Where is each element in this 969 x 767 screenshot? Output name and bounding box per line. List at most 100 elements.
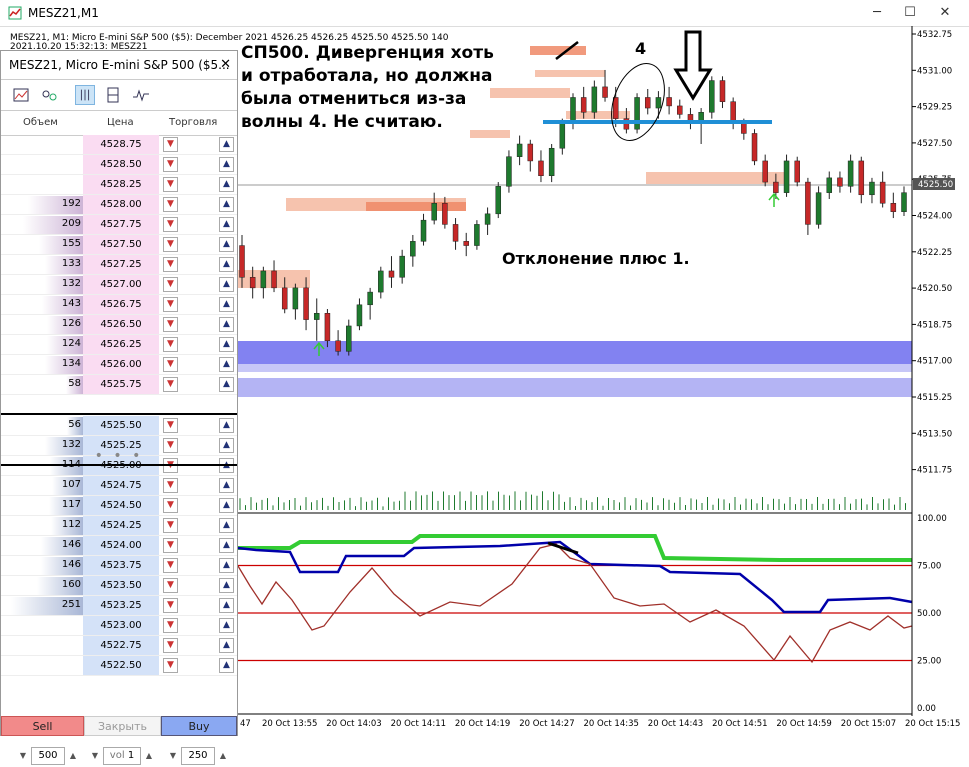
row-price: 4528.75: [83, 135, 159, 155]
candle-body: [805, 181, 811, 225]
supply-demand-zone: [490, 88, 570, 98]
buy-limit-button[interactable]: ▲: [219, 377, 234, 392]
buy-limit-button[interactable]: ▲: [219, 137, 234, 152]
signal-icon[interactable]: [131, 85, 151, 105]
buy-limit-button[interactable]: ▲: [219, 237, 234, 252]
sell-limit-button[interactable]: ▼: [163, 317, 178, 332]
row-volume: 126: [61, 318, 81, 329]
buy-limit-button[interactable]: ▲: [219, 638, 234, 653]
sell-limit-button[interactable]: ▼: [163, 498, 178, 513]
close-position-button[interactable]: Закрыть: [84, 716, 161, 736]
candle-body: [356, 304, 363, 327]
maximize-button[interactable]: ☐: [895, 2, 925, 24]
row-price: 4527.25: [83, 255, 159, 275]
sell-limit-button[interactable]: ▼: [163, 177, 178, 192]
sell-limit-button[interactable]: ▼: [163, 257, 178, 272]
candle-body: [815, 192, 822, 225]
buy-limit-button[interactable]: ▲: [219, 197, 234, 212]
depth-input[interactable]: 250: [181, 747, 215, 765]
sell-limit-button[interactable]: ▼: [163, 357, 178, 372]
sell-limit-button[interactable]: ▼: [163, 558, 178, 573]
sell-limit-button[interactable]: ▼: [163, 658, 178, 673]
depth-increase-arrow[interactable]: ▲: [217, 747, 229, 765]
candle-body: [709, 80, 715, 113]
dom-expand-dots[interactable]: • • •: [1, 448, 237, 464]
ask-row: 133 4527.25 ▼ ▲: [1, 255, 237, 275]
vol-input[interactable]: vol 1: [103, 747, 141, 765]
row-volume: 146: [61, 539, 81, 550]
buy-limit-button[interactable]: ▲: [219, 598, 234, 613]
row-volume: 117: [61, 499, 81, 510]
lot-decrease-arrow[interactable]: ▼: [17, 747, 29, 765]
close-button[interactable]: ✕: [930, 2, 960, 24]
lot-input[interactable]: 500: [31, 747, 65, 765]
buy-limit-button[interactable]: ▲: [219, 357, 234, 372]
sell-limit-button[interactable]: ▼: [163, 297, 178, 312]
buy-limit-button[interactable]: ▲: [219, 518, 234, 533]
ask-row: 124 4526.25 ▼ ▲: [1, 335, 237, 355]
buy-limit-button[interactable]: ▲: [219, 418, 234, 433]
ask-row: 132 4527.00 ▼ ▲: [1, 275, 237, 295]
buy-limit-button[interactable]: ▲: [219, 177, 234, 192]
sell-limit-button[interactable]: ▼: [163, 538, 178, 553]
sell-limit-button[interactable]: ▼: [163, 638, 178, 653]
candle-body: [634, 97, 640, 130]
center-icon[interactable]: [103, 85, 123, 105]
minimize-button[interactable]: ─: [862, 2, 892, 24]
sell-limit-button[interactable]: ▼: [163, 418, 178, 433]
sell-limit-button[interactable]: ▼: [163, 197, 178, 212]
blue-zone-lower: [238, 378, 912, 397]
buy-limit-button[interactable]: ▲: [219, 277, 234, 292]
ask-row: 4528.75 ▼ ▲: [1, 135, 237, 155]
auto-scroll-icon[interactable]: [75, 85, 95, 105]
candle-body: [399, 255, 405, 278]
depth-decrease-arrow[interactable]: ▼: [167, 747, 179, 765]
vol-increase-arrow[interactable]: ▲: [143, 747, 155, 765]
buy-limit-button[interactable]: ▲: [219, 337, 234, 352]
time-tick-label: 20 Oct 13:55: [262, 719, 317, 729]
buy-limit-button[interactable]: ▲: [219, 297, 234, 312]
buy-button[interactable]: Buy: [161, 716, 237, 736]
buy-limit-button[interactable]: ▲: [219, 317, 234, 332]
sell-limit-button[interactable]: ▼: [163, 157, 178, 172]
buy-limit-button[interactable]: ▲: [219, 618, 234, 633]
dom-close-button[interactable]: ✕: [220, 51, 231, 79]
candle-body: [420, 219, 427, 242]
candle-body: [346, 325, 352, 352]
sell-limit-button[interactable]: ▼: [163, 277, 178, 292]
bid-row: 160 4523.50 ▼ ▲: [1, 576, 237, 596]
row-price: 4524.25: [83, 516, 159, 536]
price-tick-label: 4524.00: [917, 212, 952, 222]
sell-limit-button[interactable]: ▼: [163, 337, 178, 352]
sell-limit-button[interactable]: ▼: [163, 217, 178, 232]
buy-limit-button[interactable]: ▲: [219, 538, 234, 553]
buy-limit-button[interactable]: ▲: [219, 658, 234, 673]
osc-tick-label: 25.00: [917, 657, 941, 667]
buy-limit-button[interactable]: ▲: [219, 157, 234, 172]
sell-limit-button[interactable]: ▼: [163, 578, 178, 593]
sell-button[interactable]: Sell: [1, 716, 84, 736]
candle-body: [826, 177, 833, 193]
sell-limit-button[interactable]: ▼: [163, 237, 178, 252]
sell-limit-button[interactable]: ▼: [163, 478, 178, 493]
buy-limit-button[interactable]: ▲: [219, 578, 234, 593]
settings-icon[interactable]: [39, 85, 59, 105]
sell-limit-button[interactable]: ▼: [163, 518, 178, 533]
row-price: 4527.50: [83, 235, 159, 255]
buy-limit-button[interactable]: ▲: [219, 217, 234, 232]
row-volume: 133: [61, 258, 81, 269]
sell-limit-button[interactable]: ▼: [163, 598, 178, 613]
buy-limit-button[interactable]: ▲: [219, 257, 234, 272]
chart-icon[interactable]: [11, 85, 31, 105]
buy-limit-button[interactable]: ▲: [219, 478, 234, 493]
buy-limit-button[interactable]: ▲: [219, 498, 234, 513]
candle-body: [602, 86, 608, 98]
buy-limit-button[interactable]: ▲: [219, 558, 234, 573]
sell-limit-button[interactable]: ▼: [163, 377, 178, 392]
row-price: 4525.50: [83, 416, 159, 436]
vol-decrease-arrow[interactable]: ▼: [89, 747, 101, 765]
candle-body: [410, 241, 416, 257]
sell-limit-button[interactable]: ▼: [163, 618, 178, 633]
sell-limit-button[interactable]: ▼: [163, 137, 178, 152]
lot-increase-arrow[interactable]: ▲: [67, 747, 79, 765]
